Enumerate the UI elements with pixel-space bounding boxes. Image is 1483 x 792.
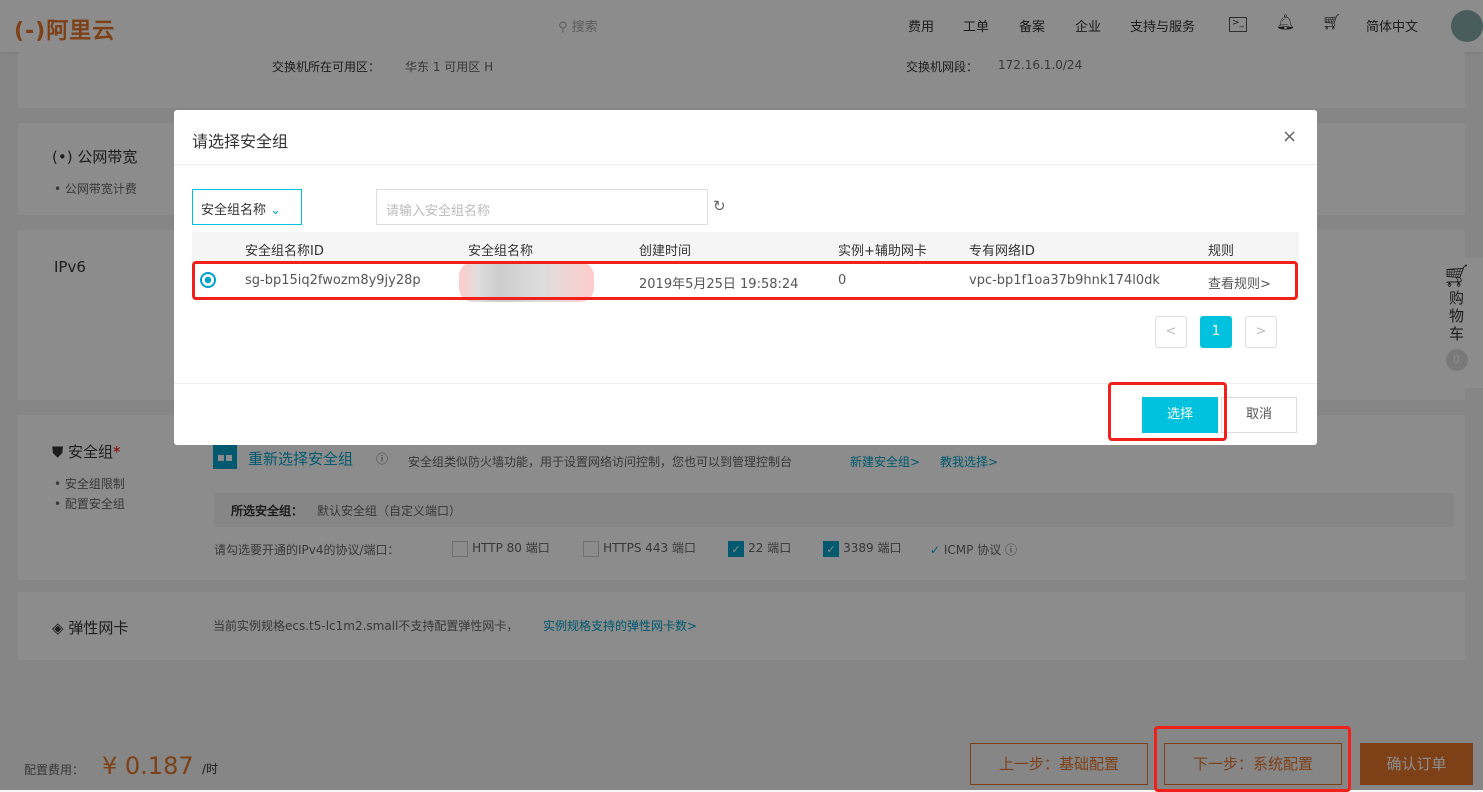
cancel-button[interactable]: 取消 <box>1221 397 1297 433</box>
col-id: 安全组名称ID <box>245 244 324 259</box>
col-created: 创建时间 <box>639 244 692 259</box>
dialog-title: 请选择安全组 <box>192 132 289 151</box>
filter-value: 安全组名称 <box>201 203 267 218</box>
col-rules: 规则 <box>1208 244 1235 259</box>
table-header <box>192 232 1299 262</box>
search-name-input[interactable]: 请输入安全组名称 <box>376 189 708 225</box>
prev-page-button[interactable]: < <box>1155 316 1187 348</box>
close-icon[interactable]: × <box>1282 126 1297 147</box>
next-page-button[interactable]: > <box>1245 316 1277 348</box>
col-vpc: 专有网络ID <box>969 244 1035 259</box>
refresh-icon[interactable]: ↻ <box>713 197 726 215</box>
col-name: 安全组名称 <box>468 244 534 259</box>
divider <box>174 164 1317 165</box>
highlight-select-annotation <box>1108 382 1227 441</box>
col-instances: 实例+辅助网卡 <box>838 244 927 259</box>
filter-select[interactable]: 安全组名称 ⌄ <box>192 189 302 225</box>
highlight-row-annotation <box>192 261 1298 300</box>
search-placeholder: 请输入安全组名称 <box>386 204 491 219</box>
chevron-down-icon: ⌄ <box>270 203 282 218</box>
page-1-button[interactable]: 1 <box>1200 316 1232 348</box>
highlight-next-annotation <box>1154 726 1351 792</box>
